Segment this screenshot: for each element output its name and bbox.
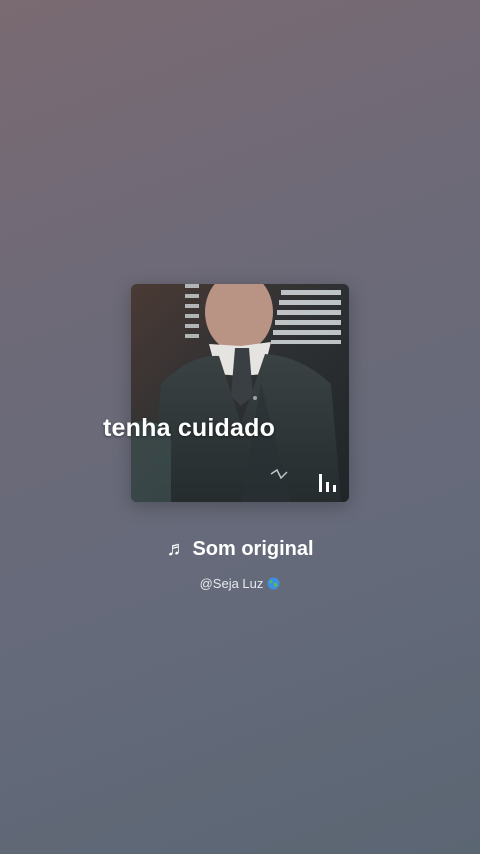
sound-title-label: Som original <box>192 538 314 560</box>
sound-title[interactable]: ♬ Som original <box>0 538 480 561</box>
audio-bars-icon <box>319 474 336 492</box>
cover-photo <box>131 284 349 502</box>
author-handle: @Seja Luz <box>199 576 264 591</box>
cover-caption: tenha cuidado <box>103 414 276 442</box>
sound-author[interactable]: @Seja Luz <box>0 576 480 591</box>
globe-icon <box>267 577 280 590</box>
music-note-icon: ♬ <box>166 538 187 560</box>
sound-cover-image[interactable] <box>131 284 349 502</box>
